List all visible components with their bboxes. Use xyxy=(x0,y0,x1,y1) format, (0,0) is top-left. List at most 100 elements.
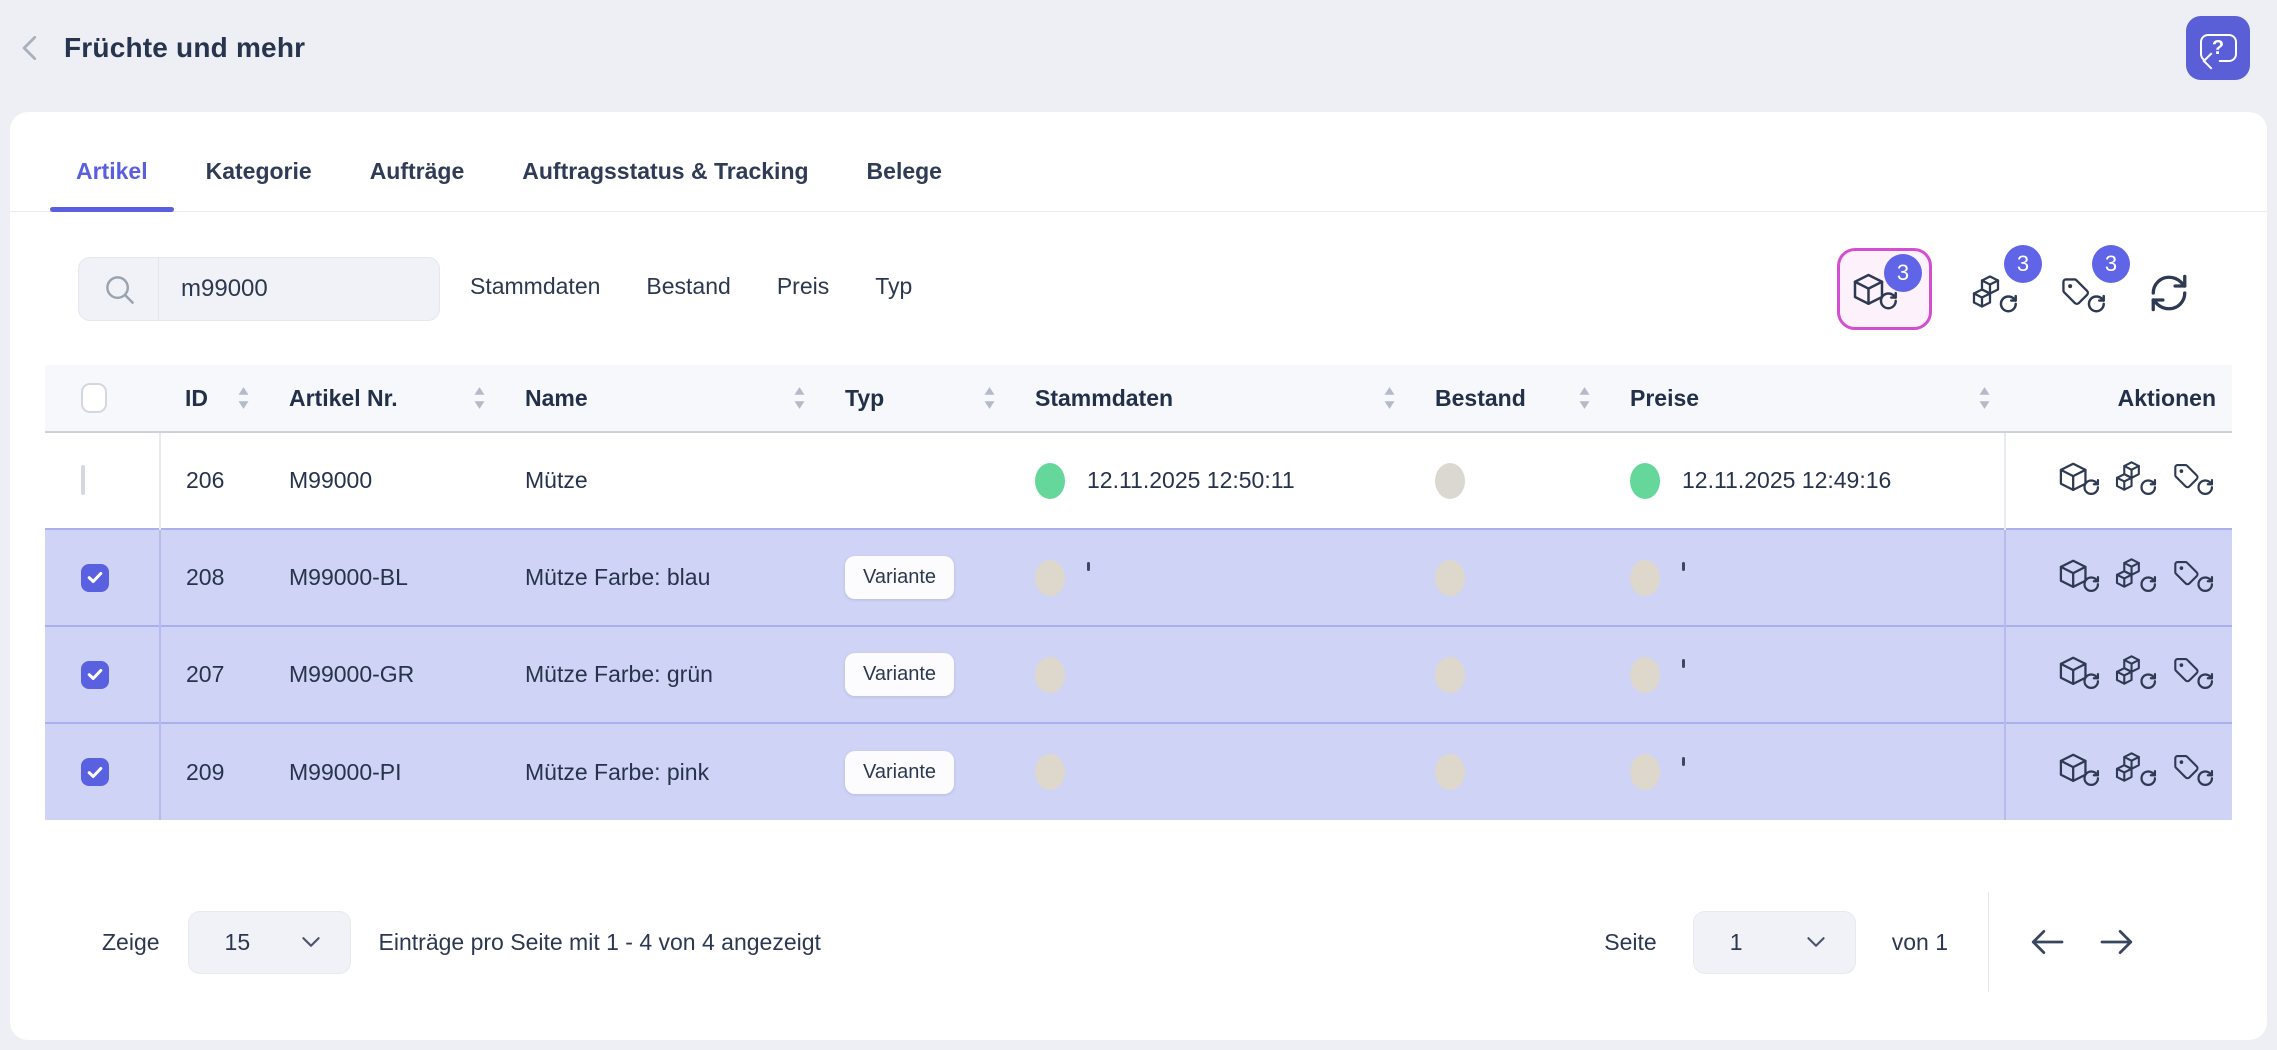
filter-typ[interactable]: Typ xyxy=(875,273,912,300)
next-page-arrow-icon[interactable] xyxy=(2095,927,2139,957)
cell-preise xyxy=(1605,723,2005,820)
select-all-checkbox[interactable] xyxy=(81,383,107,413)
tag-sync-icon[interactable] xyxy=(2172,655,2216,695)
cell-id: 208 xyxy=(160,529,264,626)
search-box xyxy=(78,257,440,321)
cubes-sync-icon[interactable] xyxy=(2115,655,2159,695)
sort-icon-stammdaten[interactable] xyxy=(1383,386,1396,410)
cubes-sync-icon[interactable] xyxy=(2115,752,2159,792)
cube-sync-icon[interactable] xyxy=(2058,558,2102,598)
row-checkbox-checked[interactable] xyxy=(81,758,109,786)
cell-stammdaten xyxy=(1010,723,1410,820)
sync-toolbar: 3 3 3 xyxy=(1837,248,2196,330)
cubes-sync-icon xyxy=(1972,275,2020,319)
sync-article-badge: 3 xyxy=(1884,254,1922,292)
tag-sync-icon[interactable] xyxy=(2172,558,2216,598)
search-icon xyxy=(79,258,159,320)
column-header-artikel-nr: Artikel Nr. xyxy=(289,385,398,412)
pagination-bar: Zeige 15 Einträge pro Seite mit 1 - 4 vo… xyxy=(45,892,2232,992)
cell-actions xyxy=(2005,626,2232,723)
status-dot-beige xyxy=(1035,657,1065,693)
table-row: 206 M99000 Mütze 12.11.2025 12:50:11 12.… xyxy=(45,432,2232,529)
tag-sync-icon[interactable] xyxy=(2172,752,2216,792)
cell-type: Variante xyxy=(820,529,1010,626)
cell-actions xyxy=(2005,723,2232,820)
cell-stammdaten xyxy=(1010,529,1410,626)
sync-stock-badge: 3 xyxy=(2004,245,2042,283)
row-checkbox-checked[interactable] xyxy=(81,661,109,689)
status-dot-beige xyxy=(1630,560,1660,596)
table-header-row: ID Artikel Nr. Name Typ Stammdaten Besta… xyxy=(45,365,2232,432)
status-dot-beige xyxy=(1435,754,1465,790)
tab-artikel[interactable]: Artikel xyxy=(76,158,148,211)
status-dot-green xyxy=(1035,463,1065,499)
cell-stammdaten: 12.11.2025 12:50:11 xyxy=(1010,432,1410,529)
cell-article-no: M99000-GR xyxy=(264,626,500,723)
sort-icon-bestand[interactable] xyxy=(1578,386,1591,410)
status-dot-beige xyxy=(1435,560,1465,596)
cell-type xyxy=(820,432,1010,529)
tab-belege[interactable]: Belege xyxy=(867,158,942,211)
status-dot-beige xyxy=(1035,754,1065,790)
previous-page-arrow-icon[interactable] xyxy=(2025,927,2069,957)
chevron-down-icon xyxy=(298,929,324,955)
sync-article-button[interactable]: 3 xyxy=(1837,248,1932,330)
cell-id: 209 xyxy=(160,723,264,820)
filter-links: Stammdaten Bestand Preis Typ xyxy=(470,273,912,300)
status-dot-green xyxy=(1630,463,1660,499)
cubes-sync-icon[interactable] xyxy=(2115,558,2159,598)
cell-id: 206 xyxy=(160,432,264,529)
tab-auftraege[interactable]: Aufträge xyxy=(370,158,465,211)
cell-bestand xyxy=(1410,723,1605,820)
column-header-aktionen: Aktionen xyxy=(2118,385,2216,412)
sort-icon-id[interactable] xyxy=(237,386,250,410)
page-label: Seite xyxy=(1604,929,1656,956)
page-select[interactable]: 1 xyxy=(1693,911,1856,974)
sort-icon-artikel-nr[interactable] xyxy=(473,386,486,410)
preise-timestamp: 12.11.2025 12:49:16 xyxy=(1682,467,1891,494)
cube-sync-icon[interactable] xyxy=(2058,461,2102,501)
cube-sync-icon[interactable] xyxy=(2058,655,2102,695)
tab-bar: Artikel Kategorie Aufträge Auftragsstatu… xyxy=(10,112,2267,212)
sync-prices-badge: 3 xyxy=(2092,245,2130,283)
page-size-value: 15 xyxy=(225,929,251,956)
tag-sync-icon[interactable] xyxy=(2172,461,2216,501)
empty-value-mark xyxy=(1682,659,1685,668)
table-row-selected: 209 M99000-PI Mütze Farbe: pink Variante xyxy=(45,723,2232,820)
sync-prices-button[interactable]: 3 xyxy=(2060,275,2108,321)
sort-icon-typ[interactable] xyxy=(983,386,996,410)
column-header-stammdaten: Stammdaten xyxy=(1035,385,1173,412)
row-checkbox-checked[interactable] xyxy=(81,564,109,592)
cell-type: Variante xyxy=(820,626,1010,723)
cell-name: Mütze xyxy=(500,432,820,529)
filter-bestand[interactable]: Bestand xyxy=(646,273,730,300)
top-bar: Früchte und mehr ? xyxy=(0,0,2277,96)
cubes-sync-icon[interactable] xyxy=(2115,461,2159,501)
page-value: 1 xyxy=(1730,929,1743,956)
filter-preis[interactable]: Preis xyxy=(777,273,829,300)
sort-icon-name[interactable] xyxy=(793,386,806,410)
variante-badge: Variante xyxy=(845,556,954,599)
articles-table: ID Artikel Nr. Name Typ Stammdaten Besta… xyxy=(45,365,2232,820)
status-dot-beige xyxy=(1630,754,1660,790)
tab-kategorie[interactable]: Kategorie xyxy=(206,158,312,211)
cell-preise: 12.11.2025 12:49:16 xyxy=(1605,432,2005,529)
empty-value-mark xyxy=(1087,562,1090,571)
row-checkbox[interactable] xyxy=(81,465,85,495)
empty-value-mark xyxy=(1682,562,1685,571)
filter-stammdaten[interactable]: Stammdaten xyxy=(470,273,600,300)
refresh-button[interactable] xyxy=(2148,270,2196,316)
help-button[interactable]: ? xyxy=(2186,16,2250,80)
cube-sync-icon[interactable] xyxy=(2058,752,2102,792)
cell-bestand xyxy=(1410,626,1605,723)
sort-icon-preise[interactable] xyxy=(1978,386,1991,410)
sync-stock-button[interactable]: 3 xyxy=(1972,275,2020,321)
page-size-select[interactable]: 15 xyxy=(188,911,351,974)
search-input[interactable] xyxy=(159,275,409,303)
tab-auftragsstatus-tracking[interactable]: Auftragsstatus & Tracking xyxy=(522,158,808,211)
total-pages: von 1 xyxy=(1892,929,1948,956)
stammdaten-timestamp: 12.11.2025 12:50:11 xyxy=(1087,467,1295,494)
entries-summary: Einträge pro Seite mit 1 - 4 von 4 angez… xyxy=(379,929,821,956)
back-button[interactable] xyxy=(16,33,46,63)
cell-name: Mütze Farbe: blau xyxy=(500,529,820,626)
